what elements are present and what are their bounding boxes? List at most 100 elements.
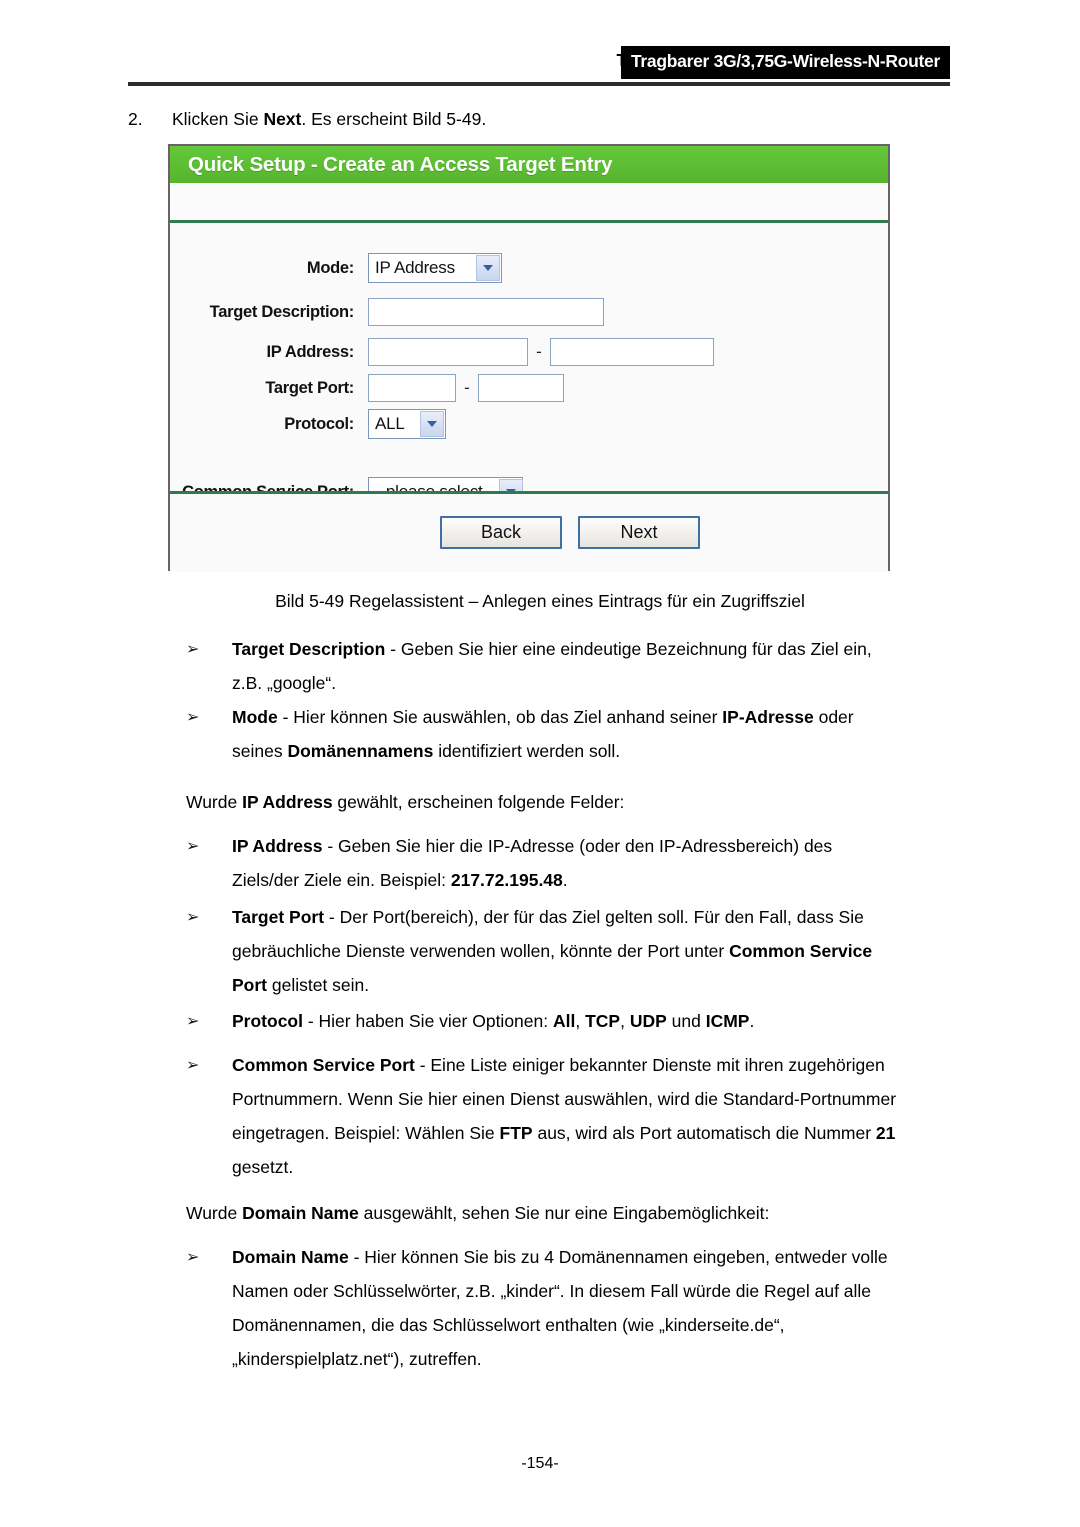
step-bold-next: Next: [263, 109, 302, 129]
text-target-description-body: - Geben Sie hier eine eindeutige Bezeich…: [385, 639, 872, 659]
text-mode-body-1: - Hier können Sie auswählen, ob das Ziel…: [277, 707, 723, 727]
text-csp-body-1: - Eine Liste einiger bekannter Dienste m…: [414, 1055, 885, 1075]
bullet-mode: ➢ Mode - Hier können Sie auswählen, ob d…: [186, 700, 952, 768]
step-number: 2.: [128, 109, 143, 129]
term-ip-address: IP Address: [232, 836, 323, 856]
term-mode: Mode: [232, 707, 278, 727]
text-csp-body-3-mid: aus, wird als Port automatisch die Numme…: [532, 1123, 876, 1143]
protocol-label: Protocol:: [284, 414, 354, 433]
text-dn-body-1: - Hier können Sie bis zu 4 Domänennamen …: [348, 1247, 888, 1267]
bullet-arrow-icon: ➢: [186, 1013, 200, 1030]
text-protocol-bold-1: All: [552, 1011, 576, 1031]
ip-address-start-input[interactable]: [368, 338, 528, 366]
text-protocol-body-1: - Hier haben Sie vier Optionen:: [302, 1011, 553, 1031]
term-target-port: Target Port: [232, 907, 325, 927]
panel-titlebar: Quick Setup - Create an Access Target En…: [170, 146, 888, 183]
text-ip-lastline-post: .: [562, 870, 568, 890]
bullet-arrow-icon: ➢: [186, 838, 200, 855]
protocol-select[interactable]: ALL: [368, 409, 446, 439]
bullet-arrow-icon: ➢: [186, 709, 200, 726]
text-target-port-lastline-post: gelistet sein.: [267, 975, 370, 995]
text-mode-bold-1: IP-Adresse: [722, 707, 814, 727]
ip-address-end-input[interactable]: [550, 338, 714, 366]
text-ip-intro-pre: Wurde: [186, 792, 243, 812]
form-row-target-port: Target Port: -: [170, 373, 564, 403]
text-csp-line-3: eingetragen. Beispiel: Wählen Sie FTP au…: [232, 1116, 952, 1150]
text-ip-intro-post: gewählt, erscheinen folgende Felder:: [332, 792, 625, 812]
text-ip-address-lastline: Ziels/der Ziele ein. Beispiel: 217.72.19…: [232, 863, 952, 897]
bullet-target-port: ➢ Target Port - Der Port(bereich), der f…: [186, 900, 952, 1002]
text-csp-body-3-bold: FTP: [499, 1123, 533, 1143]
bullet-ip-address: ➢ IP Address - Geben Sie hier die IP-Adr…: [186, 829, 952, 897]
panel-subbar: [170, 183, 888, 223]
step-text-after: . Es erscheint Bild 5-49.: [301, 109, 487, 129]
target-port-label: Target Port:: [265, 378, 354, 397]
back-button[interactable]: Back: [440, 516, 562, 549]
bullet-domain-name: ➢ Domain Name - Hier können Sie bis zu 4…: [186, 1240, 952, 1376]
bullet-target-description: ➢ Target Description - Geben Sie hier ei…: [186, 632, 952, 700]
text-protocol-sep-3: und: [666, 1011, 706, 1031]
target-description-label: Target Description:: [209, 302, 355, 321]
bullet-protocol: ➢ Protocol - Hier haben Sie vier Optione…: [186, 1004, 952, 1038]
text-dn-lastline: „kinderspielplatz.net“), zutreffen.: [232, 1349, 482, 1369]
target-port-start-input[interactable]: [368, 374, 456, 402]
target-port-range-dash: -: [464, 378, 470, 397]
chevron-down-icon[interactable]: [420, 411, 444, 437]
text-dn-intro-bold: Domain Name: [242, 1203, 359, 1223]
form-row-target-description: Target Description:: [170, 297, 604, 327]
text-mode-lastline-bold: Domänennamens: [287, 741, 434, 761]
paragraph-domain-name-intro: Wurde Domain Name ausgewählt, sehen Sie …: [186, 1196, 952, 1230]
term-domain-name: Domain Name: [232, 1247, 349, 1267]
bullet-arrow-icon: ➢: [186, 1057, 200, 1074]
text-protocol-bold-4: ICMP: [705, 1011, 750, 1031]
form-row-protocol: Protocol: ALL: [170, 409, 446, 439]
text-target-description-lastline: z.B. „google“.: [232, 673, 337, 693]
text-protocol-bold-2: TCP: [585, 1011, 621, 1031]
target-port-end-input[interactable]: [478, 374, 564, 402]
mode-select[interactable]: IP Address: [368, 253, 502, 283]
text-target-port-body-2: gebräuchliche Dienste verwenden wollen, …: [232, 941, 730, 961]
text-ip-lastline-bold: 217.72.195.48: [450, 870, 563, 890]
text-dn-line-2: Namen oder Schlüsselwörter, z.B. „kinder…: [232, 1281, 872, 1301]
text-csp-lastline: gesetzt.: [232, 1157, 294, 1177]
mode-select-value: IP Address: [375, 258, 455, 277]
text-ip-intro-bold: IP Address: [242, 792, 333, 812]
figure-caption: Bild 5-49 Regelassistent – Anlegen eines…: [275, 591, 805, 611]
term-protocol: Protocol: [232, 1011, 303, 1031]
chevron-down-icon[interactable]: [476, 255, 500, 281]
text-target-port-body-1: - Der Port(bereich), der für das Ziel ge…: [324, 907, 864, 927]
access-target-form: Mode: IP Address Target Description: IP …: [170, 223, 888, 507]
text-ip-lastline-pre: Ziels/der Ziele ein. Beispiel:: [232, 870, 451, 890]
bullet-common-service-port: ➢ Common Service Port - Eine Liste einig…: [186, 1048, 952, 1184]
text-target-port-line-2: gebräuchliche Dienste verwenden wollen, …: [232, 934, 952, 968]
panel-button-bar: Back Next: [170, 491, 888, 572]
header-product-name: Tragbarer 3G/3,75G-Wireless-N-Router: [620, 46, 950, 79]
header-divider-rule: [128, 82, 950, 86]
text-target-port-lastline-bold: Port: [232, 975, 267, 995]
paragraph-ip-address-intro: Wurde IP Address gewählt, erscheinen fol…: [186, 785, 952, 819]
text-dn-intro-pre: Wurde: [186, 1203, 243, 1223]
step-2-instruction: 2. Klicken Sie Next. Es erscheint Bild 5-…: [128, 105, 948, 133]
mode-label: Mode:: [306, 258, 354, 277]
text-ip-address-body: - Geben Sie hier die IP-Adresse (oder de…: [322, 836, 833, 856]
text-protocol-bold-3: UDP: [629, 1011, 667, 1031]
text-target-port-bold-2: Common Service: [729, 941, 873, 961]
term-common-service-port: Common Service Port: [232, 1055, 415, 1075]
text-mode-lastline-post: identifiziert werden soll.: [433, 741, 621, 761]
form-row-ip-address: IP Address: -: [170, 337, 714, 367]
bullet-arrow-icon: ➢: [186, 909, 200, 926]
target-description-input[interactable]: [368, 298, 604, 326]
text-mode-lastline-pre: seines: [232, 741, 288, 761]
ip-address-range-dash: -: [536, 342, 542, 361]
text-csp-line-2: Portnummern. Wenn Sie hier einen Dienst …: [232, 1089, 897, 1109]
text-protocol-sep-1: ,: [575, 1011, 586, 1031]
bullet-arrow-icon: ➢: [186, 641, 200, 658]
text-dn-line-3: Domänennamen, die das Schlüsselwort enth…: [232, 1315, 785, 1335]
panel-title: Quick Setup - Create an Access Target En…: [188, 152, 613, 176]
text-dn-intro-post: ausgewählt, sehen Sie nur eine Eingabemö…: [358, 1203, 770, 1223]
term-target-description: Target Description: [232, 639, 386, 659]
next-button[interactable]: Next: [578, 516, 700, 549]
bullet-arrow-icon: ➢: [186, 1249, 200, 1266]
text-protocol-sep-2: ,: [620, 1011, 630, 1031]
page-running-header: TL-MR3020 Tragbarer 3G/3,75G-Wireless-N-…: [0, 46, 1080, 86]
